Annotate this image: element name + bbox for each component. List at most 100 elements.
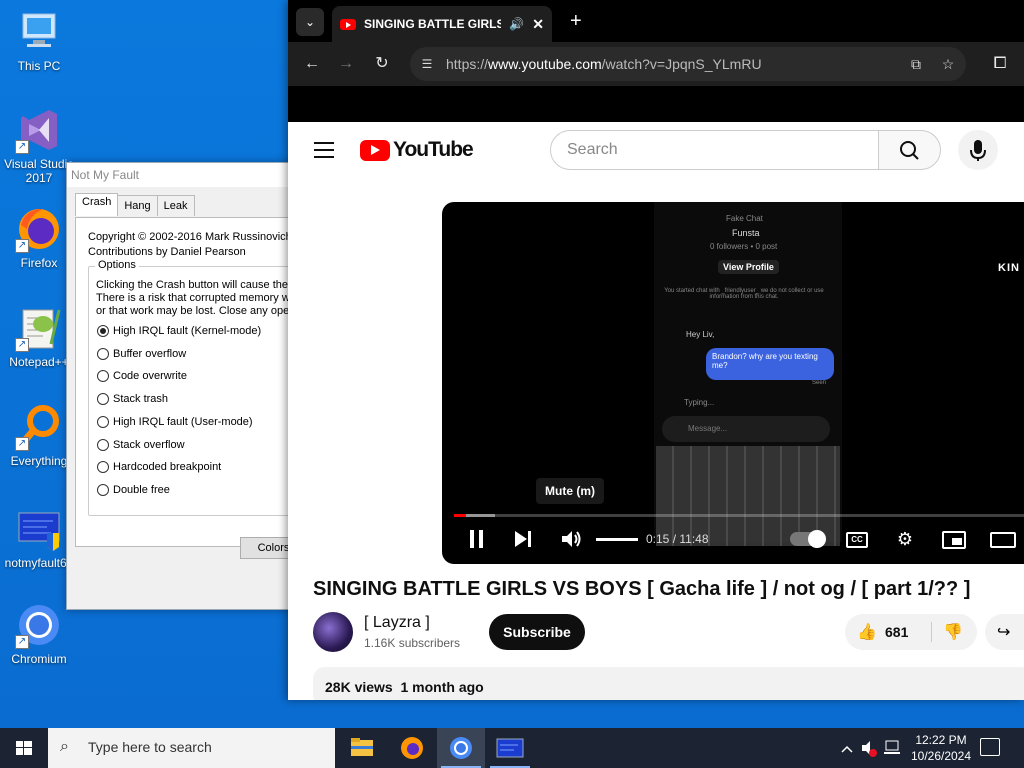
- option-high-irql-user[interactable]: High IRQL fault (User-mode): [97, 416, 253, 428]
- share-icon[interactable]: ↪: [985, 614, 1024, 650]
- chat-stats: 0 followers • 0 post: [710, 242, 778, 251]
- search-icon: [900, 141, 919, 160]
- shortcut-arrow-icon: ↗: [15, 239, 29, 253]
- chat-name: Funsta: [732, 228, 760, 238]
- video-player[interactable]: Fake Chat Funsta 0 followers • 0 post Yo…: [442, 202, 1024, 564]
- desktop-icon-label: This PC: [17, 59, 61, 73]
- taskbar-firefox[interactable]: [388, 728, 436, 768]
- view-count: 28K views: [325, 679, 393, 695]
- search-icon: ⌕: [60, 738, 69, 755]
- forward-icon[interactable]: →: [334, 52, 358, 76]
- option-label: High IRQL fault (User-mode): [113, 416, 253, 428]
- youtube-logo[interactable]: YouTube: [360, 138, 474, 162]
- tab-strip: ⌄ SINGING BATTLE GIRLS VS 🔊 ✕ +: [288, 0, 1024, 42]
- options-group: Options Clicking the Crash button will c…: [88, 259, 305, 516]
- progress-bar[interactable]: [454, 514, 1024, 517]
- option-stack-overflow[interactable]: Stack overflow: [97, 439, 185, 451]
- audio-playing-icon[interactable]: 🔊: [509, 17, 524, 31]
- install-app-icon[interactable]: ⧉: [906, 54, 926, 74]
- next-icon[interactable]: [510, 526, 536, 552]
- system-tray: [838, 728, 906, 768]
- start-button[interactable]: [0, 728, 48, 768]
- autoplay-toggle[interactable]: [790, 530, 826, 548]
- options-title: Options: [95, 259, 139, 271]
- option-double-free[interactable]: Double free: [97, 484, 170, 496]
- bookmark-star-icon[interactable]: ☆: [938, 54, 958, 74]
- new-tab-button[interactable]: +: [570, 9, 582, 33]
- visual-studio-icon: ↗: [15, 106, 63, 154]
- youtube-wordmark: YouTube: [393, 138, 474, 161]
- voice-search-button[interactable]: [958, 130, 998, 170]
- desktop-icon-this-pc[interactable]: This PC: [1, 8, 77, 73]
- shortcut-arrow-icon: ↗: [15, 437, 29, 451]
- theater-mode-button[interactable]: [990, 532, 1016, 548]
- subtitles-button[interactable]: CC: [846, 532, 868, 548]
- address-bar[interactable]: ☰ https://www.youtube.com/watch?v=JpqnS_…: [410, 47, 966, 81]
- microphone-icon: [970, 140, 986, 161]
- tab-hang[interactable]: Hang: [117, 195, 158, 216]
- browser-window: ⌄ SINGING BATTLE GIRLS VS 🔊 ✕ + ← → ↻ ☰ …: [288, 0, 1024, 700]
- option-hardcoded-breakpoint[interactable]: Hardcoded breakpoint: [97, 461, 221, 473]
- notification-center-icon[interactable]: [980, 738, 1000, 756]
- firefox-icon: [401, 737, 423, 759]
- chat-seen: Seen: [812, 380, 827, 386]
- close-tab-icon[interactable]: ✕: [532, 16, 544, 33]
- taskbar-search-input[interactable]: ⌕ Type here to search: [48, 728, 335, 768]
- radio-icon[interactable]: [97, 370, 109, 382]
- thumbs-up-icon[interactable]: 👍: [857, 622, 877, 642]
- option-high-irql-kernel[interactable]: High IRQL fault (Kernel-mode): [97, 325, 261, 337]
- video-right-text: KIN: [998, 262, 1020, 274]
- youtube-play-logo-icon: [360, 139, 390, 161]
- chat-typing: Typing...: [684, 398, 715, 407]
- volume-slider[interactable]: [596, 538, 638, 541]
- radio-icon[interactable]: [97, 393, 109, 405]
- desktop-icon-label: Chromium: [11, 652, 67, 666]
- back-icon[interactable]: ←: [300, 52, 324, 76]
- settings-gear-icon[interactable]: ⚙: [892, 526, 918, 552]
- divider: [931, 622, 932, 642]
- radio-icon[interactable]: [97, 484, 109, 496]
- taskbar-notmyfault[interactable]: [486, 728, 534, 768]
- window-title: Not My Fault: [67, 163, 305, 187]
- folder-icon: [351, 738, 373, 756]
- radio-icon[interactable]: [97, 439, 109, 451]
- shortcut-arrow-icon: ↗: [15, 635, 29, 649]
- pause-icon[interactable]: [464, 526, 490, 552]
- subscribe-button[interactable]: Subscribe: [489, 614, 585, 650]
- channel-avatar[interactable]: [313, 612, 353, 652]
- url-path: /watch?v=JpqnS_YLmRU: [601, 56, 762, 72]
- tab-crash[interactable]: Crash: [75, 193, 119, 216]
- channel-name[interactable]: [ Layzra ]: [364, 614, 430, 632]
- computer-icon: [15, 8, 63, 56]
- message-box: Message...: [662, 416, 830, 442]
- option-label: High IRQL fault (Kernel-mode): [113, 325, 262, 337]
- miniplayer-button[interactable]: [942, 531, 966, 549]
- tab-leak[interactable]: Leak: [156, 195, 195, 216]
- radio-icon[interactable]: [97, 416, 109, 428]
- taskbar-file-explorer[interactable]: [338, 728, 386, 768]
- browser-infobar-area: [288, 86, 1024, 122]
- taskbar-chromium[interactable]: [437, 728, 485, 768]
- option-stack-trash[interactable]: Stack trash: [97, 393, 168, 405]
- tab-search-button[interactable]: ⌄: [296, 8, 324, 36]
- taskbar-search-placeholder: Type here to search: [88, 739, 212, 755]
- radio-icon[interactable]: [97, 461, 109, 473]
- site-info-icon[interactable]: ☰: [418, 55, 436, 73]
- reload-icon[interactable]: ↻: [370, 52, 394, 76]
- option-buffer-overflow[interactable]: Buffer overflow: [97, 348, 186, 360]
- chromium-icon: [450, 737, 472, 759]
- thumbs-down-icon[interactable]: 👎: [943, 622, 963, 642]
- desktop-icon-chromium[interactable]: ↗ Chromium: [1, 601, 77, 666]
- taskbar-clock[interactable]: 12:22 PM 10/26/2024: [906, 732, 976, 764]
- radio-icon[interactable]: [97, 348, 109, 360]
- radio-selected-icon[interactable]: [97, 325, 109, 337]
- option-code-overwrite[interactable]: Code overwrite: [97, 370, 187, 382]
- browser-tab-active[interactable]: SINGING BATTLE GIRLS VS 🔊 ✕: [332, 6, 552, 42]
- search-input[interactable]: Search: [550, 130, 880, 170]
- video-title: SINGING BATTLE GIRLS VS BOYS [ Gacha lif…: [313, 578, 971, 600]
- search-button[interactable]: [878, 130, 941, 170]
- extensions-icon[interactable]: ⧠: [988, 52, 1012, 76]
- description-box[interactable]: 28K views 1 month ago: [313, 667, 1024, 700]
- volume-icon[interactable]: [558, 526, 584, 552]
- hamburger-menu-icon[interactable]: [314, 142, 334, 158]
